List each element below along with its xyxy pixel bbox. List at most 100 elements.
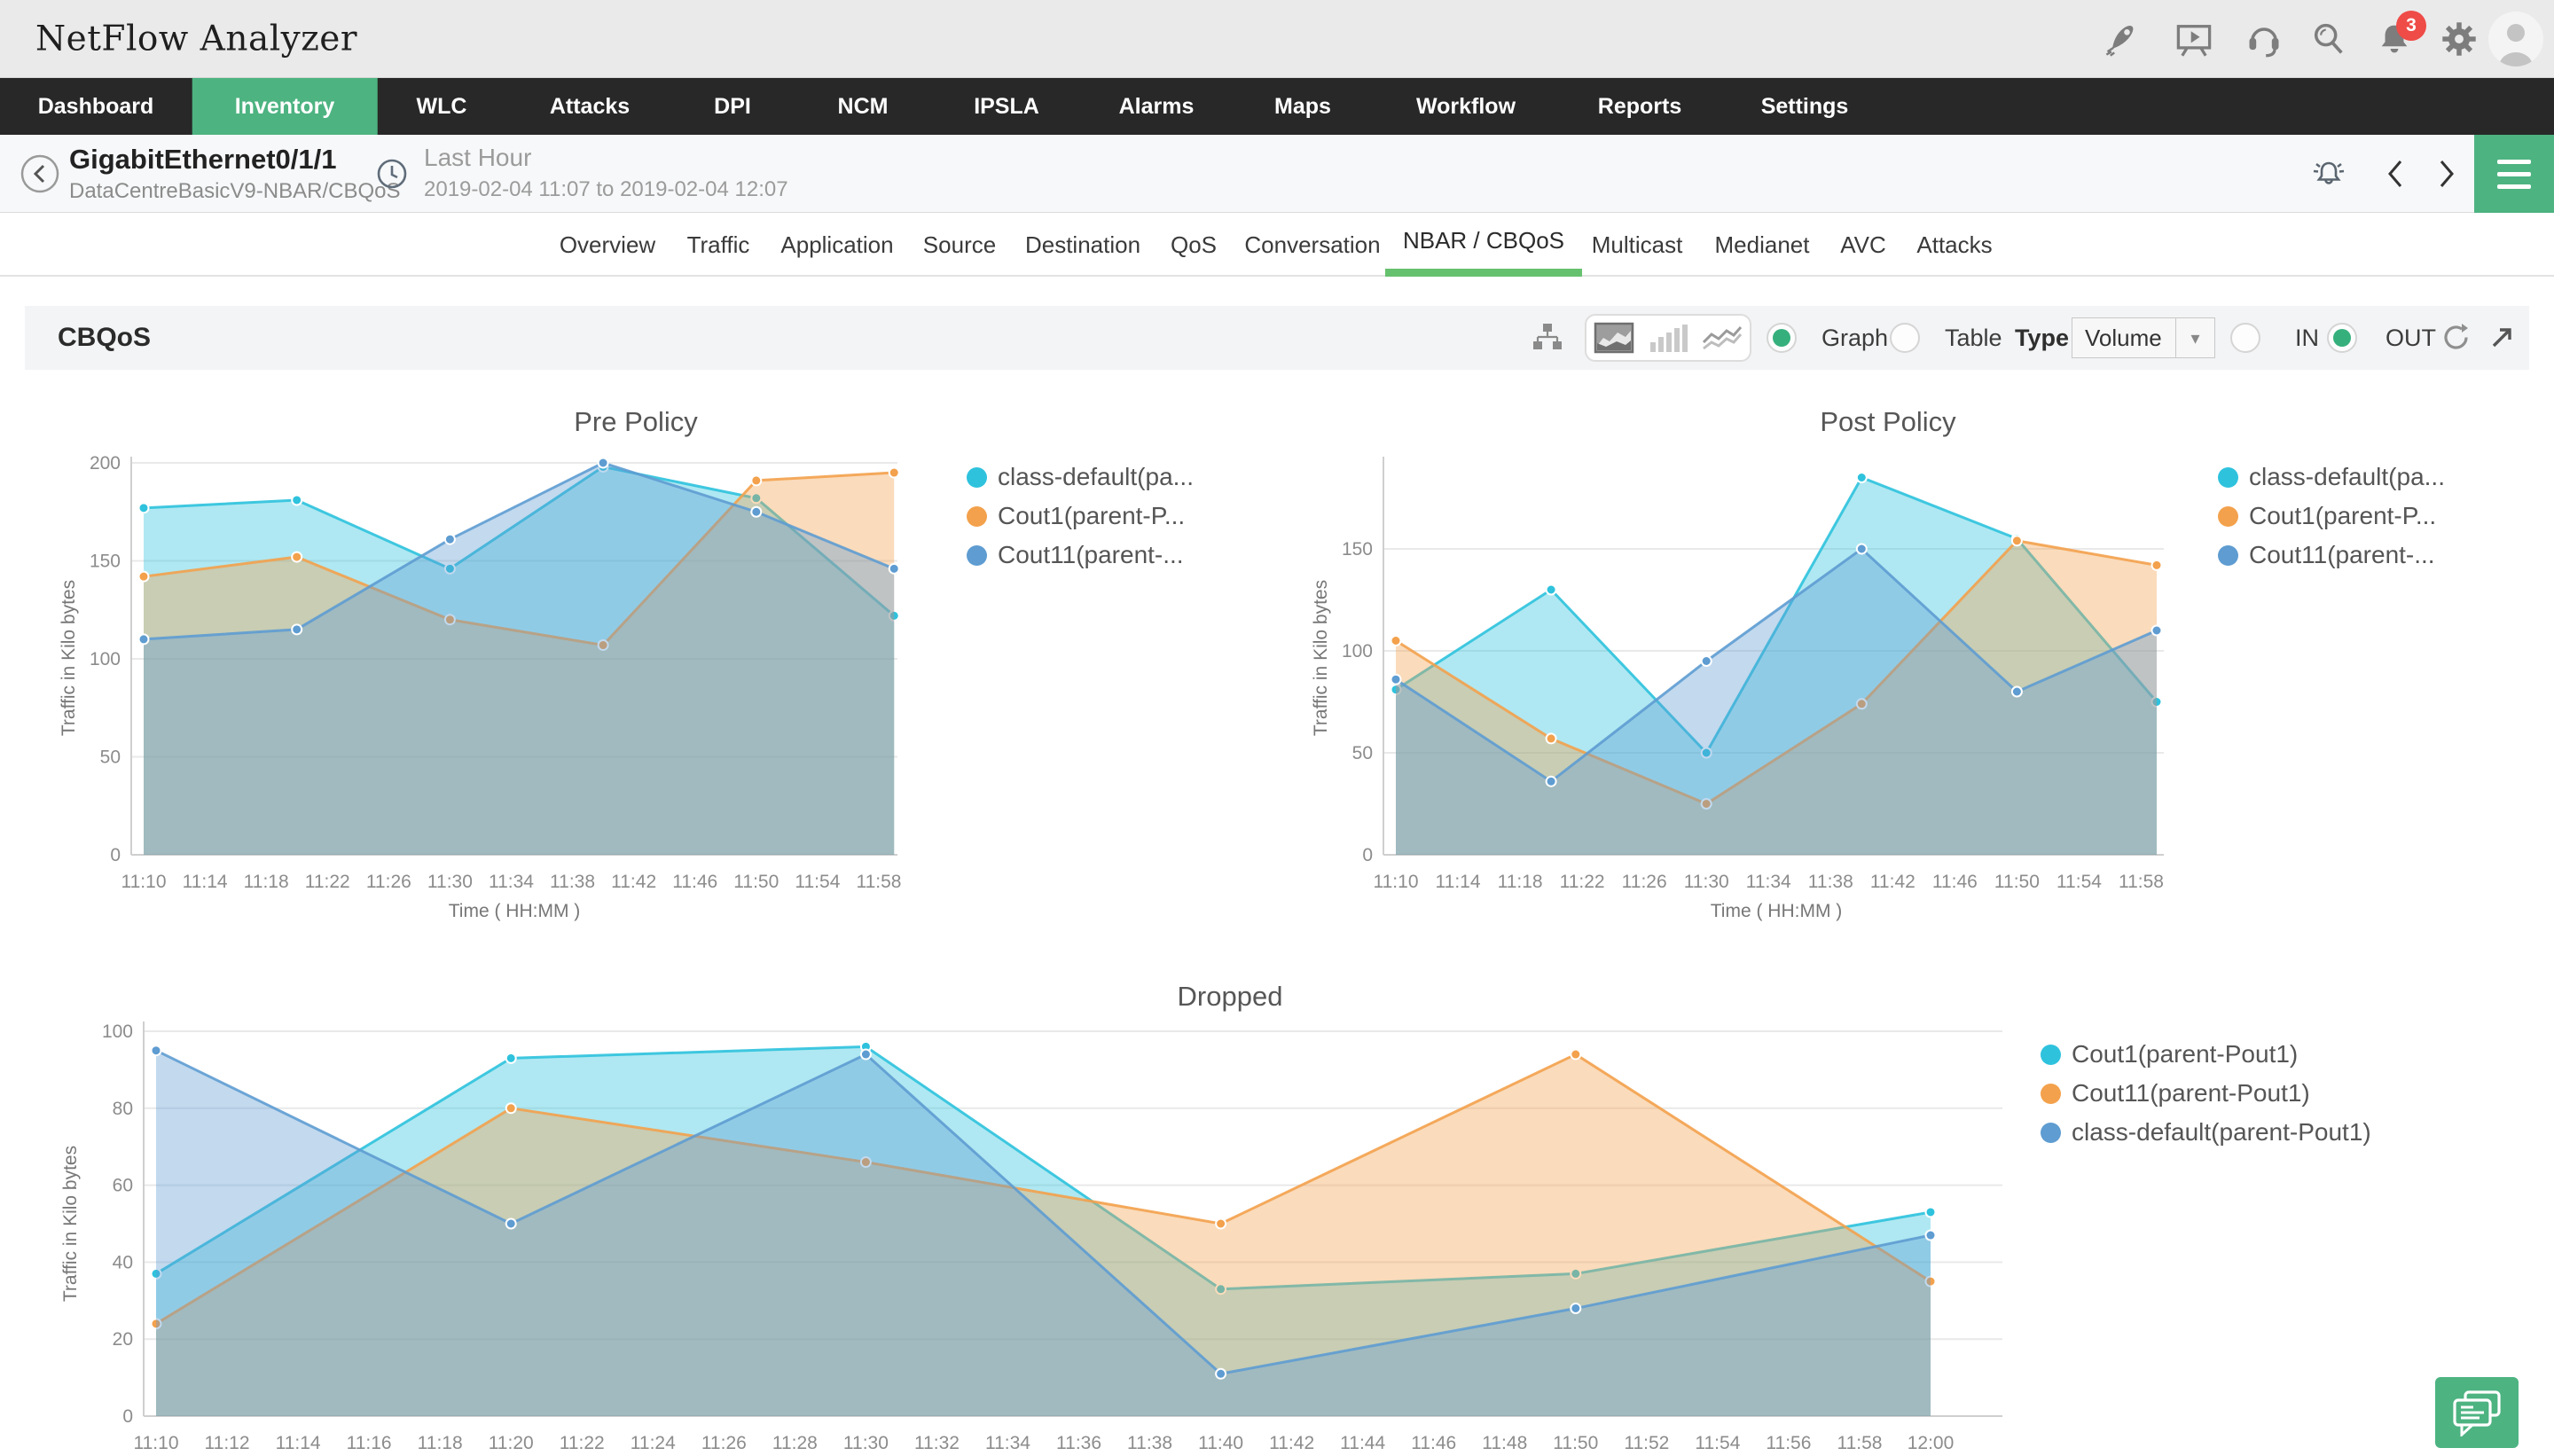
y-tick-label: 80	[113, 1099, 133, 1119]
chart-dropped: 02040608010011:1011:1211:1411:1611:1811:…	[102, 1022, 2002, 1453]
data-point	[139, 572, 149, 582]
data-point	[292, 495, 302, 505]
data-point	[2151, 560, 2161, 570]
data-point	[861, 1050, 871, 1060]
chart-post: 05010015011:1011:1411:1811:2211:2611:301…	[1342, 457, 2164, 892]
legend-swatch	[2041, 1084, 2061, 1104]
x-tick-label: 11:44	[1340, 1433, 1385, 1453]
y-tick-label: 100	[90, 649, 121, 669]
legend-swatch	[2218, 506, 2238, 527]
x-tick-label: 11:18	[1498, 872, 1543, 892]
x-tick-label: 11:42	[1269, 1433, 1314, 1453]
legend-swatch	[2218, 467, 2238, 488]
pre-x-axis-label: Time ( HH:MM )	[449, 901, 581, 922]
x-tick-label: 11:58	[856, 872, 901, 892]
x-tick-label: 11:18	[244, 872, 289, 892]
y-tick-label: 50	[1352, 743, 1373, 763]
y-tick-label: 100	[102, 1022, 133, 1042]
data-point	[751, 507, 761, 517]
dropped-title: Dropped	[1178, 981, 1283, 1013]
legend-label: Cout11(parent-Pout1)	[2072, 1079, 2310, 1108]
legend-item[interactable]: Cout11(parent-...	[2218, 536, 2445, 575]
x-tick-label: 11:48	[1482, 1433, 1527, 1453]
data-point	[2012, 536, 2022, 545]
x-tick-label: 11:26	[1622, 872, 1667, 892]
x-tick-label: 11:54	[2057, 872, 2102, 892]
x-tick-label: 11:10	[1374, 872, 1419, 892]
legend-item[interactable]: Cout11(parent-Pout1)	[2041, 1074, 2371, 1113]
x-tick-label: 11:24	[631, 1433, 676, 1453]
y-tick-label: 100	[1342, 641, 1373, 661]
legend-swatch	[2218, 545, 2238, 566]
x-tick-label: 11:30	[843, 1433, 889, 1453]
data-point	[599, 458, 608, 468]
legend-label: Cout11(parent-...	[998, 541, 1184, 569]
legend-item[interactable]: class-default(parent-Pout1)	[2041, 1113, 2371, 1152]
post-policy-legend: class-default(pa... Cout1(parent-P... Cout…	[2218, 458, 2445, 575]
x-tick-label: 11:36	[1056, 1433, 1101, 1453]
legend-item[interactable]: class-default(pa...	[2218, 458, 2445, 497]
data-point	[445, 535, 455, 544]
legend-item[interactable]: Cout11(parent-...	[967, 536, 1194, 575]
data-point	[292, 552, 302, 562]
data-point	[2151, 626, 2161, 636]
x-tick-label: 11:20	[489, 1433, 534, 1453]
x-tick-label: 11:58	[1837, 1433, 1882, 1453]
legend-swatch	[2041, 1123, 2061, 1143]
x-tick-label: 11:58	[2119, 872, 2164, 892]
data-point	[292, 624, 302, 634]
post-policy-title: Post Policy	[1820, 406, 1955, 438]
legend-item[interactable]: Cout1(parent-Pout1)	[2041, 1035, 2371, 1074]
y-tick-label: 50	[100, 748, 121, 768]
pre-policy-legend: class-default(pa... Cout1(parent-P... Cout…	[967, 458, 1194, 575]
data-point	[506, 1053, 516, 1063]
data-point	[1547, 777, 1556, 787]
data-point	[889, 468, 899, 478]
y-tick-label: 20	[113, 1329, 133, 1350]
legend-swatch	[967, 506, 987, 527]
x-tick-label: 11:38	[1127, 1433, 1172, 1453]
x-tick-label: 11:10	[134, 1433, 179, 1453]
x-tick-label: 11:14	[183, 872, 228, 892]
legend-label: Cout11(parent-...	[2249, 541, 2435, 569]
data-point	[1926, 1231, 1936, 1241]
data-point	[139, 503, 149, 513]
x-tick-label: 11:46	[1932, 872, 1978, 892]
x-tick-label: 11:22	[560, 1433, 605, 1453]
x-tick-label: 11:26	[366, 872, 411, 892]
legend-label: class-default(pa...	[998, 463, 1194, 491]
y-tick-label: 150	[90, 552, 121, 572]
feedback-chat-button[interactable]	[2435, 1377, 2519, 1448]
legend-item[interactable]: class-default(pa...	[967, 458, 1194, 497]
x-tick-label: 11:34	[489, 872, 534, 892]
legend-label: Cout1(parent-Pout1)	[2072, 1040, 2298, 1069]
y-tick-label: 200	[90, 453, 121, 474]
x-tick-label: 11:46	[1411, 1433, 1456, 1453]
x-tick-label: 11:50	[733, 872, 779, 892]
legend-swatch	[967, 545, 987, 566]
x-tick-label: 11:54	[795, 872, 840, 892]
x-tick-label: 11:50	[1994, 872, 2040, 892]
legend-item[interactable]: Cout1(parent-P...	[967, 497, 1194, 536]
dropped-y-axis-label: Traffic in Kilo bytes	[60, 1146, 82, 1302]
x-tick-label: 11:30	[1684, 872, 1729, 892]
x-tick-label: 11:38	[550, 872, 595, 892]
x-tick-label: 11:50	[1553, 1433, 1598, 1453]
y-tick-label: 60	[113, 1176, 133, 1196]
y-tick-label: 0	[1362, 845, 1373, 865]
x-tick-label: 11:26	[701, 1433, 747, 1453]
data-point	[152, 1045, 161, 1055]
x-tick-label: 11:42	[611, 872, 656, 892]
x-tick-label: 11:54	[1695, 1433, 1740, 1453]
data-point	[889, 564, 899, 574]
x-tick-label: 11:56	[1766, 1433, 1811, 1453]
legend-label: Cout1(parent-P...	[2249, 502, 2436, 530]
data-point	[1702, 656, 1712, 666]
x-tick-label: 12:00	[1908, 1433, 1955, 1453]
chart-pre: 05010015020011:1011:1411:1811:2211:2611:…	[90, 453, 902, 892]
legend-item[interactable]: Cout1(parent-P...	[2218, 497, 2445, 536]
x-tick-label: 11:14	[276, 1433, 321, 1453]
data-point	[1216, 1369, 1226, 1379]
data-point	[139, 634, 149, 644]
pre-policy-title: Pre Policy	[574, 406, 698, 438]
